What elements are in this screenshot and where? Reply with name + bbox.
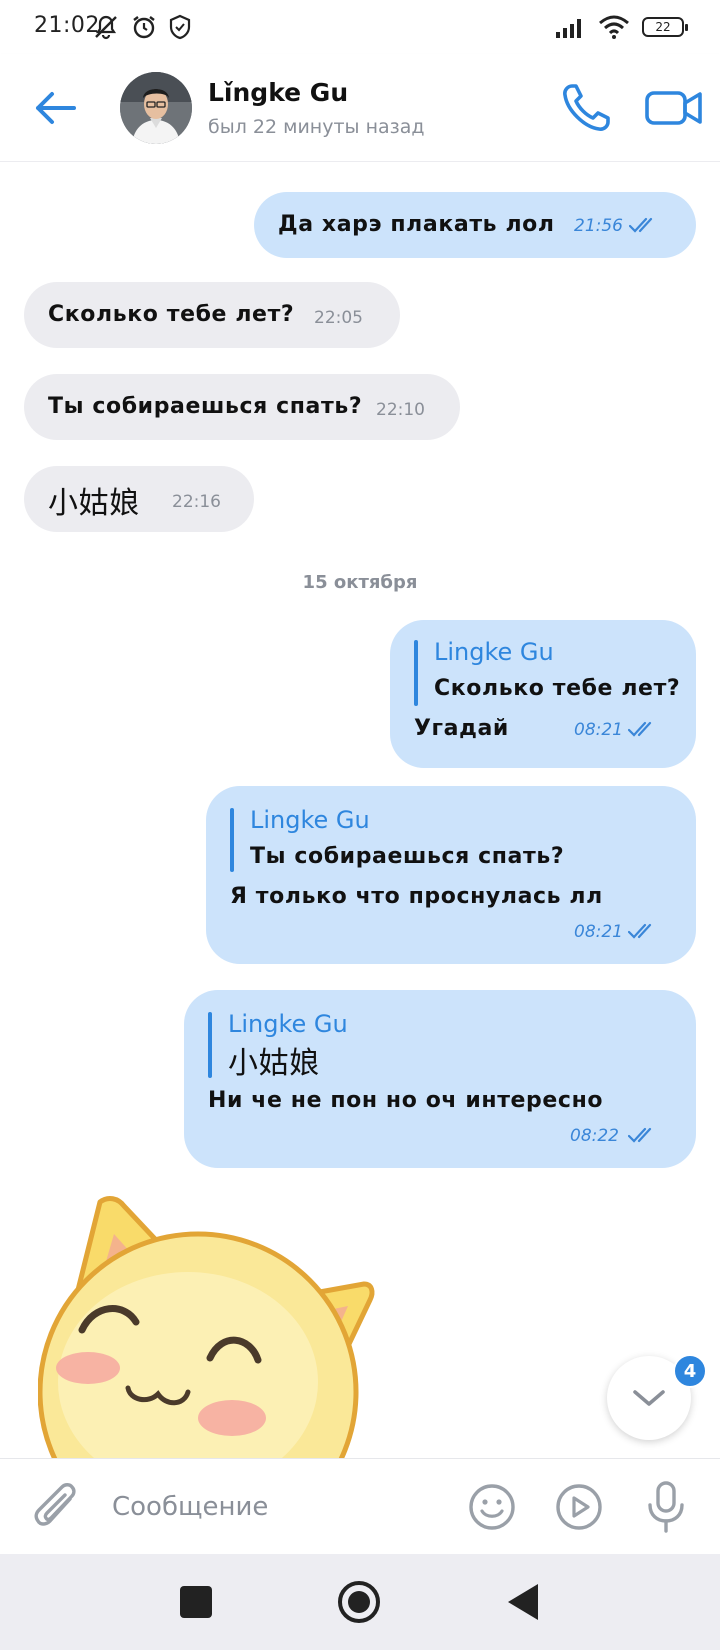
message-time: 22:16 xyxy=(172,492,221,512)
message-text: Угадай xyxy=(414,716,509,741)
battery-icon: 22 xyxy=(642,17,688,37)
reply-author[interactable]: Lingke Gu xyxy=(228,1010,348,1038)
status-bar: 21:02 22 xyxy=(0,0,720,54)
home-icon[interactable] xyxy=(338,1581,380,1623)
message-text: Да харэ плакать лол xyxy=(278,212,555,237)
reply-quote-bar xyxy=(208,1012,212,1078)
date-separator: 15 октября xyxy=(302,572,418,593)
battery-level: 22 xyxy=(655,20,671,34)
microphone-icon[interactable] xyxy=(644,1479,688,1535)
video-message-icon[interactable] xyxy=(553,1481,605,1533)
back-triangle-icon[interactable] xyxy=(508,1584,538,1620)
shield-icon xyxy=(169,14,191,40)
message-time: 21:56 xyxy=(574,216,623,236)
alarm-icon xyxy=(133,16,155,39)
incoming-message[interactable]: Сколько тебе лет? 22:05 xyxy=(24,282,400,348)
contact-name[interactable]: Lǐngke Gu xyxy=(208,78,348,107)
mute-icon xyxy=(95,15,117,40)
reply-quote-bar xyxy=(414,640,418,706)
cat-sticker[interactable] xyxy=(38,1192,378,1458)
message-time: 08:22 xyxy=(570,1126,619,1146)
back-arrow-icon[interactable] xyxy=(30,82,82,134)
phone-icon[interactable] xyxy=(558,80,614,136)
message-list[interactable]: Да харэ плакать лол 21:56 Сколько тебе л… xyxy=(0,162,720,1458)
reply-author[interactable]: Lingke Gu xyxy=(250,806,370,834)
message-time: 22:10 xyxy=(376,400,425,420)
signal-icon xyxy=(556,19,581,38)
message-text: Ни че не пон но оч интересно xyxy=(208,1088,604,1113)
chat-header: Lǐngke Gu был 22 минуты назад xyxy=(0,54,720,162)
double-check-icon xyxy=(629,217,653,233)
paperclip-icon[interactable] xyxy=(32,1481,82,1535)
double-check-icon xyxy=(628,1127,652,1143)
message-text: Сколько тебе лет? xyxy=(48,302,295,327)
unread-count-badge: 4 xyxy=(673,1354,707,1388)
recent-apps-icon[interactable] xyxy=(180,1586,212,1618)
message-time: 22:05 xyxy=(314,308,363,328)
reply-quoted-text[interactable]: Сколько тебе лет? xyxy=(434,676,680,701)
message-text: 小姑娘 xyxy=(48,486,140,521)
incoming-message[interactable]: 小姑娘 22:16 xyxy=(24,466,254,532)
message-text: Ты собираешься спать? xyxy=(48,394,363,419)
outgoing-message[interactable]: Да харэ плакать лол 21:56 xyxy=(254,192,696,258)
system-navigation-bar xyxy=(0,1554,720,1650)
last-seen-status: был 22 минуты назад xyxy=(208,116,425,138)
video-camera-icon[interactable] xyxy=(644,80,704,136)
reply-quoted-text[interactable]: 小姑娘 xyxy=(228,1038,320,1082)
double-check-icon xyxy=(628,721,652,737)
message-time: 08:21 xyxy=(574,922,623,942)
avatar[interactable] xyxy=(120,72,192,144)
message-time: 08:21 xyxy=(574,720,623,740)
status-time: 21:02 xyxy=(34,13,100,38)
outgoing-reply-message[interactable]: Lingke Gu Сколько тебе лет? Угадай 08:21 xyxy=(390,620,696,768)
message-composer xyxy=(0,1458,720,1554)
incoming-message[interactable]: Ты собираешься спать? 22:10 xyxy=(24,374,460,440)
reply-author[interactable]: Lingke Gu xyxy=(434,638,554,666)
double-check-icon xyxy=(628,923,652,939)
reply-quote-bar xyxy=(230,808,234,872)
reply-quoted-text[interactable]: Ты собираешься спать? xyxy=(250,844,564,869)
outgoing-reply-message[interactable]: Lingke Gu 小姑娘 Ни че не пон но оч интерес… xyxy=(184,990,696,1168)
wifi-icon xyxy=(599,15,629,39)
message-text: Я только что проснулась лл xyxy=(230,884,603,909)
outgoing-reply-message[interactable]: Lingke Gu Ты собираешься спать? Я только… xyxy=(206,786,696,964)
message-input[interactable] xyxy=(112,1481,442,1533)
emoji-icon[interactable] xyxy=(466,1481,518,1533)
